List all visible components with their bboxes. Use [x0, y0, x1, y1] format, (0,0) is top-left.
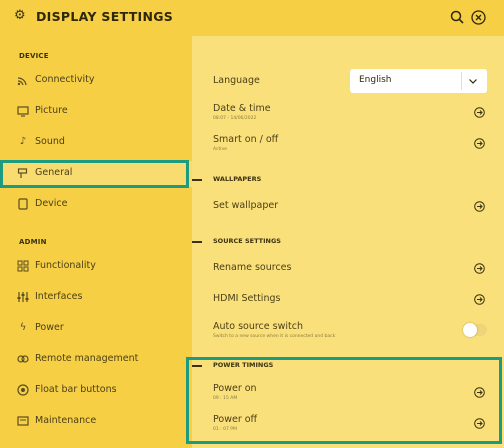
sliders-icon: [17, 291, 29, 303]
heading-dash: [192, 241, 202, 243]
sidebar-item-label: Sound: [35, 136, 65, 147]
power-timings-highlight-box: [186, 357, 502, 444]
date-time-value: 08:07 - 14/06/2022: [213, 116, 257, 121]
wifi-icon: [17, 74, 29, 86]
language-value: English: [359, 75, 392, 85]
auto-source-row: Auto source switch Switch to a new sourc…: [192, 318, 504, 344]
source-settings-heading-text: SOURCE SETTINGS: [213, 237, 281, 245]
bolt-icon: ϟ: [19, 322, 27, 333]
sidebar-item-device[interactable]: Device: [0, 192, 192, 218]
sidebar-item-maintenance[interactable]: Maintenance: [0, 409, 192, 435]
sidebar-item-label: Interfaces: [35, 291, 83, 302]
wrench-icon: [17, 415, 29, 427]
source-settings-heading: SOURCE SETTINGS: [192, 235, 504, 249]
sidebar-item-functionality[interactable]: Functionality: [0, 254, 192, 280]
arrow-right-icon: [474, 263, 485, 274]
search-icon[interactable]: [450, 10, 464, 24]
page-title: DISPLAY SETTINGS: [36, 9, 174, 24]
sidebar-item-label: Float bar buttons: [35, 384, 117, 395]
rename-sources-row[interactable]: Rename sources: [192, 257, 504, 279]
sidebar-item-picture[interactable]: Picture: [0, 99, 192, 125]
music-note-icon: ♪: [19, 136, 27, 147]
sidebar-item-label: Picture: [35, 105, 68, 116]
set-wallpaper-row[interactable]: Set wallpaper: [192, 195, 504, 217]
sidebar-item-float-bar-buttons[interactable]: Float bar buttons: [0, 378, 192, 404]
sidebar-item-label: Connectivity: [35, 74, 95, 85]
auto-source-toggle[interactable]: [463, 323, 487, 337]
auto-source-description: Switch to a new source when it is connec…: [213, 334, 336, 339]
monitor-icon: [17, 105, 29, 117]
rename-sources-label: Rename sources: [213, 262, 292, 273]
select-divider: [461, 72, 462, 90]
language-select[interactable]: English: [350, 69, 487, 93]
sidebar-item-remote-management[interactable]: Remote management: [0, 347, 192, 373]
sidebar-item-label: Remote management: [35, 353, 139, 364]
arrow-right-icon: [474, 294, 485, 305]
remote-icon: [17, 353, 29, 365]
sidebar-heading-admin: ADMIN: [19, 238, 47, 246]
gear-icon: ⚙: [14, 8, 26, 23]
grid-icon: [17, 260, 29, 272]
wallpapers-heading-text: WALLPAPERS: [213, 175, 262, 183]
sidebar-item-interfaces[interactable]: Interfaces: [0, 285, 192, 311]
chevron-down-icon: [469, 79, 477, 84]
sidebar-item-label: Maintenance: [35, 415, 97, 426]
smart-onoff-row[interactable]: Smart on / off Active: [192, 131, 504, 157]
heading-dash: [192, 179, 202, 181]
set-wallpaper-label: Set wallpaper: [213, 200, 279, 211]
arrow-right-icon: [474, 107, 485, 118]
language-label: Language: [213, 75, 260, 86]
tablet-icon: [17, 198, 29, 210]
hdmi-settings-row[interactable]: HDMI Settings: [192, 288, 504, 310]
sidebar-item-power[interactable]: ϟ Power: [0, 316, 192, 342]
toggle-knob: [463, 323, 477, 337]
sidebar-heading-device: DEVICE: [19, 52, 49, 60]
arrow-right-icon: [474, 138, 485, 149]
auto-source-label: Auto source switch: [213, 321, 303, 332]
smart-onoff-status: Active: [213, 147, 227, 152]
close-icon[interactable]: [471, 10, 486, 25]
float-bar-icon: [17, 384, 29, 396]
smart-onoff-label: Smart on / off: [213, 134, 279, 145]
sidebar-item-label: Functionality: [35, 260, 96, 271]
header-bar: ⚙ DISPLAY SETTINGS: [0, 0, 504, 36]
date-time-label: Date & time: [213, 103, 271, 114]
sidebar-item-label: Device: [35, 198, 68, 209]
sidebar-item-connectivity[interactable]: Connectivity: [0, 68, 192, 94]
sidebar-item-label: Power: [35, 322, 64, 333]
sidebar-item-sound[interactable]: ♪ Sound: [0, 130, 192, 156]
general-highlight-box: [0, 160, 189, 188]
arrow-right-icon: [474, 201, 485, 212]
wallpapers-heading: WALLPAPERS: [192, 173, 504, 187]
hdmi-settings-label: HDMI Settings: [213, 293, 281, 304]
date-time-row[interactable]: Date & time 08:07 - 14/06/2022: [192, 100, 504, 126]
